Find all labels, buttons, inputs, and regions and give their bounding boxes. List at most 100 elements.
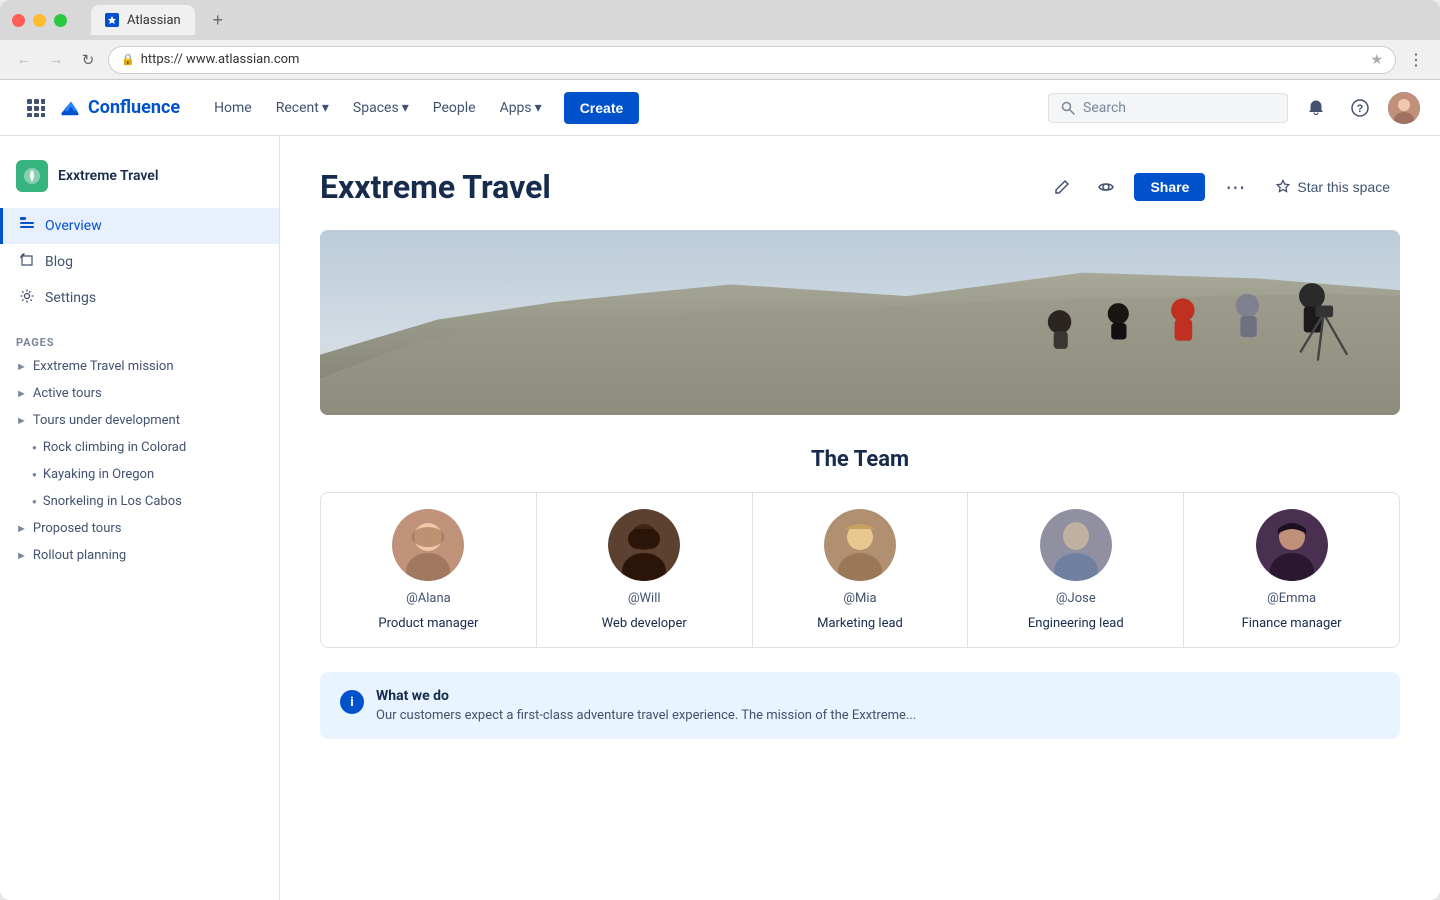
minimize-button[interactable] xyxy=(33,14,46,27)
bookmark-icon[interactable]: ★ xyxy=(1370,52,1383,68)
info-icon: i xyxy=(340,690,364,714)
page-tree-item-5[interactable]: ● Snorkeling in Los Cabos xyxy=(0,488,279,515)
sidebar-item-blog[interactable]: Blog xyxy=(0,244,279,280)
info-box: i What we do Our customers expect a firs… xyxy=(320,672,1400,739)
star-space-button[interactable]: Star this space xyxy=(1265,173,1400,201)
nav-spaces[interactable]: Spaces ▾ xyxy=(343,94,419,122)
maximize-button[interactable] xyxy=(54,14,67,27)
page-chevron-icon: ► xyxy=(16,360,27,373)
page-actions: Share ⋯ Star this space xyxy=(1046,171,1400,204)
team-card-emma[interactable]: @Emma Finance manager xyxy=(1184,493,1399,647)
url-text: https:// www.atlassian.com xyxy=(141,52,300,67)
browser-titlebar: Atlassian + xyxy=(0,0,1440,40)
new-tab-button[interactable]: + xyxy=(207,9,229,31)
more-options-button[interactable]: ⋯ xyxy=(1217,171,1253,204)
sidebar-overview-label: Overview xyxy=(45,218,102,234)
page-tree-item-4[interactable]: ● Kayaking in Oregon xyxy=(0,461,279,488)
sidebar-navigation: Overview Blog Settings xyxy=(0,208,279,316)
svg-text:?: ? xyxy=(1357,103,1364,115)
notifications-button[interactable] xyxy=(1300,92,1332,124)
view-button[interactable] xyxy=(1090,171,1122,203)
team-card-alana[interactable]: @Alana Product manager xyxy=(321,493,537,647)
team-handle-will: @Will xyxy=(628,591,661,606)
star-space-label: Star this space xyxy=(1297,179,1390,195)
team-avatar-emma xyxy=(1256,509,1328,581)
share-button[interactable]: Share xyxy=(1134,173,1205,201)
page-tree-item-2[interactable]: ► Tours under development xyxy=(0,407,279,434)
page-bullet-icon: ● xyxy=(32,443,37,452)
sidebar-item-overview[interactable]: Overview xyxy=(0,208,279,244)
edit-button[interactable] xyxy=(1046,171,1078,203)
team-card-mia[interactable]: @Mia Marketing lead xyxy=(753,493,969,647)
overview-icon xyxy=(19,216,35,236)
browser-toolbar: ← → ↻ 🔒 https:// www.atlassian.com ★ ⋮ xyxy=(0,40,1440,80)
page-tree-item-7[interactable]: ► Rollout planning xyxy=(0,542,279,569)
settings-icon xyxy=(19,288,35,308)
page-tree-item-6[interactable]: ► Proposed tours xyxy=(0,515,279,542)
search-placeholder: Search xyxy=(1083,100,1126,116)
create-button[interactable]: Create xyxy=(564,92,640,124)
forward-button[interactable]: → xyxy=(44,48,68,72)
info-text: Our customers expect a first-class adven… xyxy=(376,708,916,723)
team-grid: @Alana Product manager @Will Web develop… xyxy=(320,492,1400,648)
team-avatar-will xyxy=(608,509,680,581)
nav-home[interactable]: Home xyxy=(204,94,262,122)
sidebar-space-header: Exxtreme Travel xyxy=(0,152,279,208)
info-content: What we do Our customers expect a first-… xyxy=(376,688,916,723)
team-card-jose[interactable]: @Jose Engineering lead xyxy=(968,493,1184,647)
sidebar-item-settings[interactable]: Settings xyxy=(0,280,279,316)
space-icon xyxy=(16,160,48,192)
nav-links: Home Recent ▾ Spaces ▾ People Apps ▾ Cre… xyxy=(204,92,1048,124)
team-role-jose: Engineering lead xyxy=(1028,616,1124,631)
page-tree-item-3[interactable]: ● Rock climbing in Colorad xyxy=(0,434,279,461)
team-avatar-jose xyxy=(1040,509,1112,581)
hero-image xyxy=(320,230,1400,415)
spaces-chevron-icon: ▾ xyxy=(402,100,409,116)
page-title: Exxtreme Travel xyxy=(320,168,1046,206)
nav-right: Search ? xyxy=(1048,92,1420,124)
tab-favicon xyxy=(105,13,119,27)
back-button[interactable]: ← xyxy=(12,48,36,72)
lock-icon: 🔒 xyxy=(121,53,135,66)
nav-recent[interactable]: Recent ▾ xyxy=(266,94,339,122)
search-bar[interactable]: Search xyxy=(1048,93,1288,123)
sidebar: Exxtreme Travel Overview Blog xyxy=(0,136,280,900)
content-area: Exxtreme Travel Share ⋯ Star this space xyxy=(280,136,1440,900)
team-section: The Team @Alana Product manager @Will xyxy=(320,447,1400,648)
team-card-will[interactable]: @Will Web developer xyxy=(537,493,753,647)
team-avatar-mia xyxy=(824,509,896,581)
tab-title: Atlassian xyxy=(127,13,181,28)
team-role-will: Web developer xyxy=(602,616,687,631)
page-tree-item-1[interactable]: ► Active tours xyxy=(0,380,279,407)
user-avatar[interactable] xyxy=(1388,92,1420,124)
address-bar[interactable]: 🔒 https:// www.atlassian.com ★ xyxy=(108,46,1396,74)
sidebar-settings-label: Settings xyxy=(45,290,96,306)
refresh-button[interactable]: ↻ xyxy=(76,48,100,72)
team-handle-alana: @Alana xyxy=(406,591,451,606)
page-label: Exxtreme Travel mission xyxy=(33,359,174,374)
page-bullet-icon: ● xyxy=(32,470,37,479)
grid-menu-icon[interactable] xyxy=(20,92,52,124)
page-chevron-icon: ► xyxy=(16,414,27,427)
page-label: Active tours xyxy=(33,386,102,401)
team-handle-mia: @Mia xyxy=(843,591,876,606)
browser-tab[interactable]: Atlassian xyxy=(91,5,195,35)
nav-people[interactable]: People xyxy=(423,94,486,122)
confluence-logo[interactable]: Confluence xyxy=(60,97,180,119)
confluence-logo-text: Confluence xyxy=(88,97,180,118)
confluence-navbar: Confluence Home Recent ▾ Spaces ▾ People… xyxy=(0,80,1440,136)
page-chevron-icon: ► xyxy=(16,522,27,535)
browser-menu-button[interactable]: ⋮ xyxy=(1404,48,1428,72)
page-chevron-icon: ► xyxy=(16,549,27,562)
page-label: Proposed tours xyxy=(33,521,122,536)
blog-icon xyxy=(19,252,35,272)
pages-section-label: PAGES xyxy=(0,324,279,353)
page-tree-item-0[interactable]: ► Exxtreme Travel mission xyxy=(0,353,279,380)
help-button[interactable]: ? xyxy=(1344,92,1376,124)
page-label: Rollout planning xyxy=(33,548,126,563)
team-role-emma: Finance manager xyxy=(1242,616,1342,631)
nav-apps[interactable]: Apps ▾ xyxy=(490,94,552,122)
close-button[interactable] xyxy=(12,14,25,27)
team-handle-emma: @Emma xyxy=(1267,591,1316,606)
page-label: Snorkeling in Los Cabos xyxy=(43,494,182,509)
